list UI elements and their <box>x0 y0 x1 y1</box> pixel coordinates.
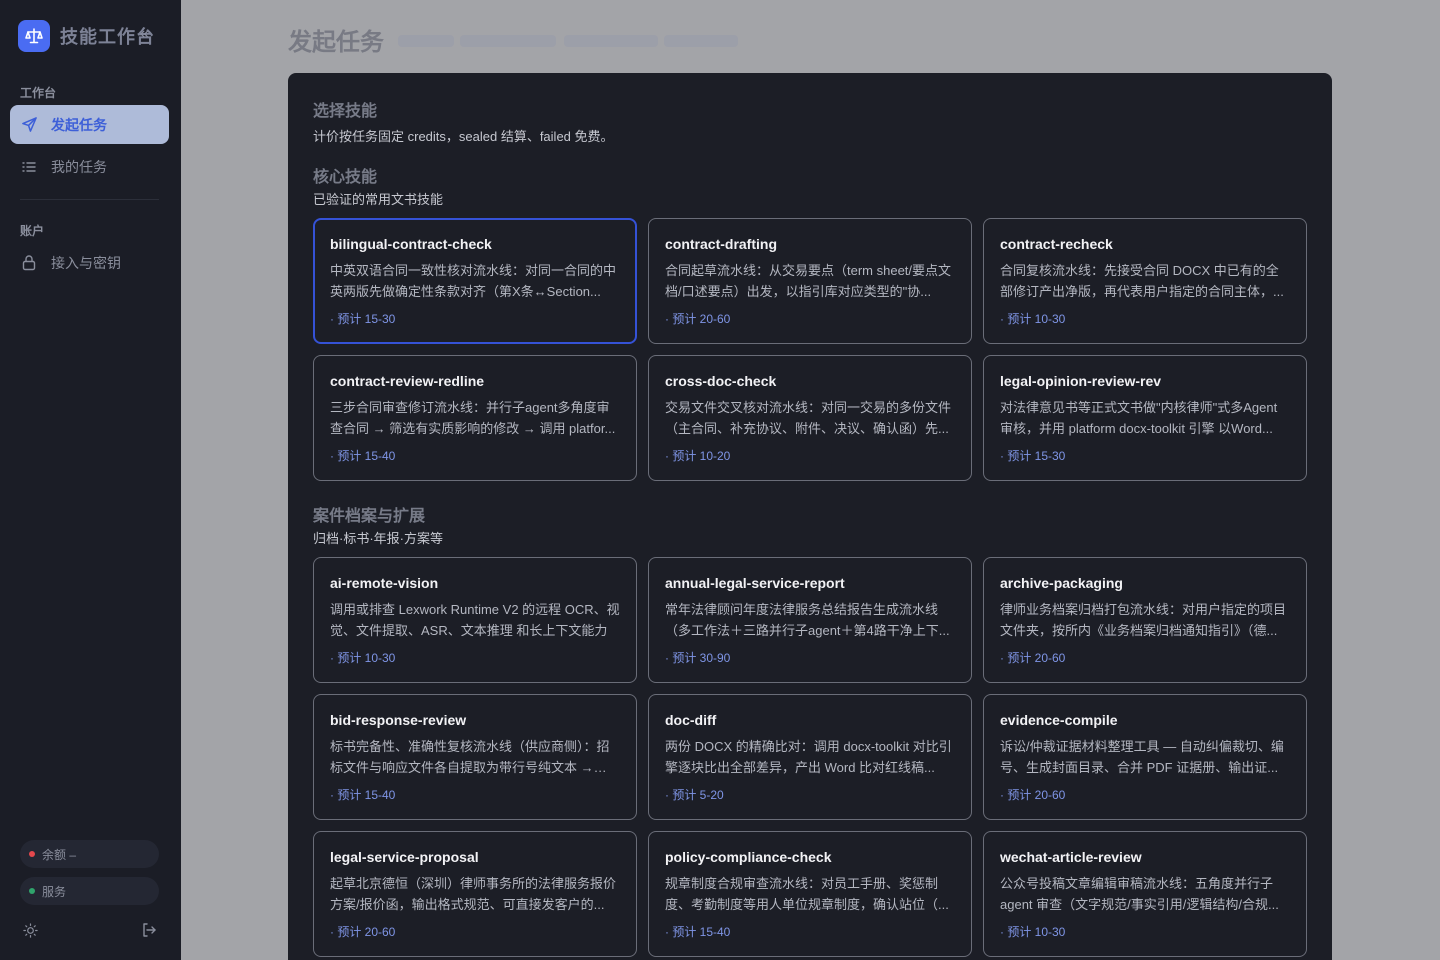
skill-selection-panel: 选择技能 计价按任务固定 credits，sealed 结算、failed 免费… <box>288 73 1332 960</box>
skill-name: bilingual-contract-check <box>330 236 492 252</box>
skill-card-legal-service-proposal[interactable]: legal-service-proposal 起草北京德恒（深圳）律师事务所的法… <box>313 831 637 957</box>
skill-estimate: · 预计 10-30 <box>1000 925 1066 939</box>
skill-description: 常年法律顾问年度法律服务总结报告生成流水线（多工作法＋三路并行子agent＋第4… <box>665 602 950 638</box>
skill-card-ai-remote-vision[interactable]: ai-remote-vision 调用或排查 Lexwork Runtime V… <box>313 557 637 683</box>
skill-card-contract-drafting[interactable]: contract-drafting 合同起草流水线：从交易要点（term she… <box>648 218 972 344</box>
skill-estimate: · 预计 10-20 <box>665 449 731 463</box>
skill-name: evidence-compile <box>1000 712 1118 728</box>
nav-item-access-keys[interactable]: 接入与密钥 <box>10 243 169 282</box>
nav-item-label: 我的任务 <box>51 158 107 175</box>
skill-name: archive-packaging <box>1000 575 1123 591</box>
skill-description: 中英双语合同一致性核对流水线：对同一合同的中英两版先做确定性条款对齐（第X条↔S… <box>330 263 617 299</box>
skill-description: 诉讼/仲裁证据材料整理工具 — 自动纠偏裁切、编号、生成封面目录、合并 PDF … <box>1000 739 1284 775</box>
skill-estimate: · 预计 15-40 <box>330 449 396 463</box>
nav-item-my-tasks[interactable]: 我的任务 <box>10 147 169 186</box>
skill-description: 规章制度合规审查流水线：对员工手册、奖惩制度、考勤制度等用人单位规章制度，确认站… <box>665 876 949 912</box>
skill-description: 合同起草流水线：从交易要点（term sheet/要点文档/口述要点）出发，以指… <box>665 263 952 299</box>
skill-description: 起草北京德恒（深圳）律师事务所的法律服务报价方案/报价函，输出格式规范、可直接发… <box>330 876 617 912</box>
status-dot <box>29 851 35 857</box>
balance-text: 余额 – <box>42 847 77 862</box>
service-status-badge: 服务 <box>20 877 159 905</box>
skill-card-cross-doc-check[interactable]: cross-doc-check 交易文件交叉核对流水线：对同一交易的多份文件（主… <box>648 355 972 481</box>
sidebar: 技能工作台 « 工作台 发起任务 我的任务 账户 接入与密钥 余额 – 服务 <box>0 0 181 960</box>
group-title: 案件档案与扩展 <box>313 508 426 525</box>
brand: 技能工作台 <box>18 20 155 52</box>
skill-description: 三步合同审查修订流水线：并行子agent多角度审查合同 → 筛选有实质影响的修改… <box>330 400 616 436</box>
skill-estimate: · 预计 20-60 <box>1000 651 1066 665</box>
group-subtitle: 已验证的常用文书技能 <box>313 192 444 207</box>
skill-card-bid-response-review[interactable]: bid-response-review 标书完备性、准确性复核流水线（供应商侧）… <box>313 694 637 820</box>
skill-description: 对法律意见书等正式文书做"内核律师"式多Agent审核，并用 platform … <box>1000 400 1278 436</box>
skill-description: 公众号投稿文章编辑审稿流水线：五角度并行子agent 审查（文字规范/事实引用/… <box>1000 876 1279 912</box>
list-icon <box>20 158 38 176</box>
skill-name: annual-legal-service-report <box>665 575 845 591</box>
skill-description: 交易文件交叉核对流水线：对同一交易的多份文件（主合同、补充协议、附件、决议、确认… <box>665 400 952 436</box>
skill-estimate: · 预计 15-30 <box>330 312 396 326</box>
skill-card-contract-recheck[interactable]: contract-recheck 合同复核流水线：先接受合同 DOCX 中已有的… <box>983 218 1307 344</box>
skill-card-legal-opinion-review-rev[interactable]: legal-opinion-review-rev 对法律意见书等正式文书做"内核… <box>983 355 1307 481</box>
sidebar-divider <box>20 199 159 200</box>
skill-name: bid-response-review <box>330 712 467 728</box>
skill-name: legal-opinion-review-rev <box>1000 373 1162 389</box>
skill-estimate: · 预计 10-30 <box>330 651 396 665</box>
skill-description: 两份 DOCX 的精确比对：调用 docx-toolkit 对比引擎逐块比出全部… <box>665 739 952 775</box>
skill-estimate: · 预计 15-40 <box>330 788 396 802</box>
skill-estimate: · 预计 20-60 <box>330 925 396 939</box>
skill-card-bilingual-contract-check[interactable]: bilingual-contract-check 中英双语合同一致性核对流水线：… <box>313 218 637 344</box>
skill-description: 调用或排查 Lexwork Runtime V2 的远程 OCR、视觉、文件提取… <box>330 602 620 638</box>
skill-card-doc-diff[interactable]: doc-diff 两份 DOCX 的精确比对：调用 docx-toolkit 对… <box>648 694 972 820</box>
skill-card-wechat-article-review[interactable]: wechat-article-review 公众号投稿文章编辑审稿流水线：五角度… <box>983 831 1307 957</box>
lock-icon <box>20 254 38 272</box>
blurred-subtitle <box>460 35 556 47</box>
collapse-sidebar-icon[interactable]: « <box>140 25 149 43</box>
panel-title: 选择技能 <box>313 103 378 120</box>
skill-card-contract-review-redline[interactable]: contract-review-redline 三步合同审查修订流水线：并行子a… <box>313 355 637 481</box>
skill-estimate: · 预计 30-90 <box>665 651 731 665</box>
skill-card-annual-legal-service-report[interactable]: annual-legal-service-report 常年法律顾问年度法律服务… <box>648 557 972 683</box>
theme-sun-icon[interactable] <box>20 920 40 940</box>
skill-name: contract-drafting <box>665 236 777 252</box>
send-icon <box>20 116 38 134</box>
service-text: 服务 <box>42 884 67 899</box>
skill-estimate: · 预计 15-40 <box>665 925 731 939</box>
skill-description: 合同复核流水线：先接受合同 DOCX 中已有的全部修订产出净版，再代表用户指定的… <box>1000 263 1284 299</box>
nav-item-launch-task[interactable]: 发起任务 <box>10 105 169 144</box>
logout-icon[interactable] <box>139 920 159 940</box>
skill-card-policy-compliance-check[interactable]: policy-compliance-check 规章制度合规审查流水线：对员工手… <box>648 831 972 957</box>
nav-item-label: 接入与密钥 <box>51 254 121 271</box>
skill-name: contract-review-redline <box>330 373 485 389</box>
nav-item-label: 发起任务 <box>51 116 107 133</box>
skill-name: cross-doc-check <box>665 373 777 389</box>
skill-name: contract-recheck <box>1000 236 1113 252</box>
skill-estimate: · 预计 15-30 <box>1000 449 1066 463</box>
skill-estimate: · 预计 20-60 <box>1000 788 1066 802</box>
blurred-subtitle <box>398 35 454 47</box>
skill-name: ai-remote-vision <box>330 575 439 591</box>
skill-name: doc-diff <box>665 712 717 728</box>
skill-name: wechat-article-review <box>1000 849 1142 865</box>
blurred-subtitle <box>664 35 738 47</box>
balance-badge: 余额 – <box>20 840 159 868</box>
skill-description: 律师业务档案归档打包流水线：对用户指定的项目文件夹，按所内《业务档案归档通知指引… <box>1000 602 1287 638</box>
status-dot <box>29 888 35 894</box>
pricing-note: 计价按任务固定 credits，sealed 结算、failed 免费。 <box>313 129 614 144</box>
skill-card-archive-packaging[interactable]: archive-packaging 律师业务档案归档打包流水线：对用户指定的项目… <box>983 557 1307 683</box>
group-title: 核心技能 <box>313 169 378 186</box>
skill-card-evidence-compile[interactable]: evidence-compile 诉讼/仲裁证据材料整理工具 — 自动纠偏裁切、… <box>983 694 1307 820</box>
skill-estimate: · 预计 10-30 <box>1000 312 1066 326</box>
skill-description: 标书完备性、准确性复核流水线（供应商侧）：招标文件与响应文件各自提取为带行号纯文… <box>330 739 610 775</box>
blurred-subtitle <box>564 35 658 47</box>
group-subtitle: 归档·标书·年报·方案等 <box>313 531 443 546</box>
section-label-account: 账户 <box>20 224 45 238</box>
skill-name: legal-service-proposal <box>330 849 479 865</box>
skill-name: policy-compliance-check <box>665 849 832 865</box>
page-title: 发起任务 <box>288 29 384 56</box>
scale-logo-icon <box>18 20 50 52</box>
section-label-workbench: 工作台 <box>20 86 57 100</box>
skill-estimate: · 预计 5-20 <box>665 788 724 802</box>
skill-estimate: · 预计 20-60 <box>665 312 731 326</box>
